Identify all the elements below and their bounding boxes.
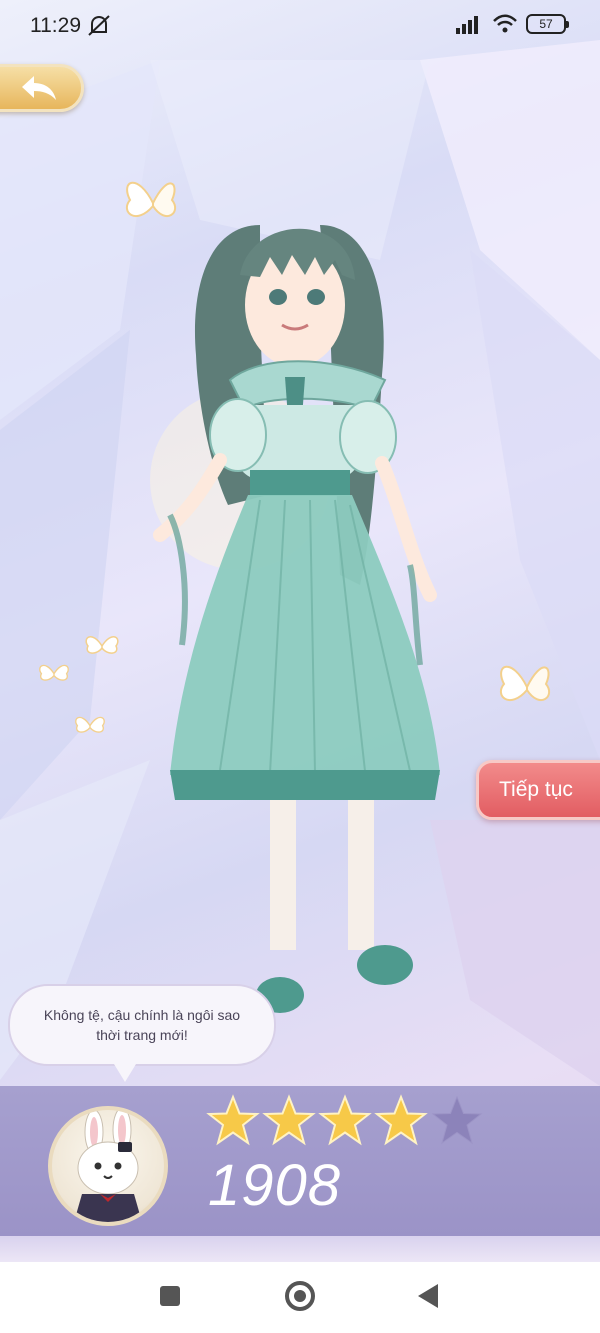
wifi-icon: [493, 14, 517, 33]
rabbit-avatar: [48, 1106, 168, 1226]
signal-icon: [456, 16, 478, 34]
star-filled-icon: [206, 1094, 260, 1146]
mute-icon: [88, 15, 110, 36]
status-bar: 11:29 57: [0, 0, 600, 56]
home-icon[interactable]: [285, 1281, 315, 1311]
back-arrow-icon: [22, 76, 56, 100]
star-empty-icon: [431, 1095, 483, 1145]
game-background: [0, 0, 600, 1262]
speech-bubble-tail: [114, 1064, 136, 1082]
status-icons: 57: [456, 14, 569, 34]
dressed-character: [153, 225, 440, 1013]
continue-label: Tiếp tục: [499, 778, 573, 801]
nav-back-icon[interactable]: [418, 1284, 438, 1308]
score-value: 1908: [208, 1153, 342, 1218]
continue-button[interactable]: Tiếp tục: [476, 760, 600, 820]
status-time: 11:29: [30, 14, 81, 37]
butterfly-icon: [499, 665, 551, 702]
butterfly-icon: [75, 716, 105, 733]
star-filled-icon: [262, 1094, 316, 1146]
bubble-message: Không tệ, cậu chính là ngôi sao thời tra…: [43, 1007, 241, 1043]
rabbit-icon: [74, 1110, 142, 1222]
speech-bubble: Không tệ, cậu chính là ngôi sao thời tra…: [8, 984, 276, 1066]
star-filled-icon: [318, 1094, 372, 1146]
star-filled-icon: [374, 1094, 428, 1146]
star-rating: [206, 1094, 484, 1148]
battery-level: 57: [539, 17, 553, 31]
battery-icon: 57: [526, 14, 569, 34]
back-button[interactable]: [0, 64, 84, 112]
result-panel-strip: [0, 1236, 600, 1262]
recent-apps-icon[interactable]: [160, 1286, 180, 1306]
butterfly-icon: [39, 664, 69, 681]
